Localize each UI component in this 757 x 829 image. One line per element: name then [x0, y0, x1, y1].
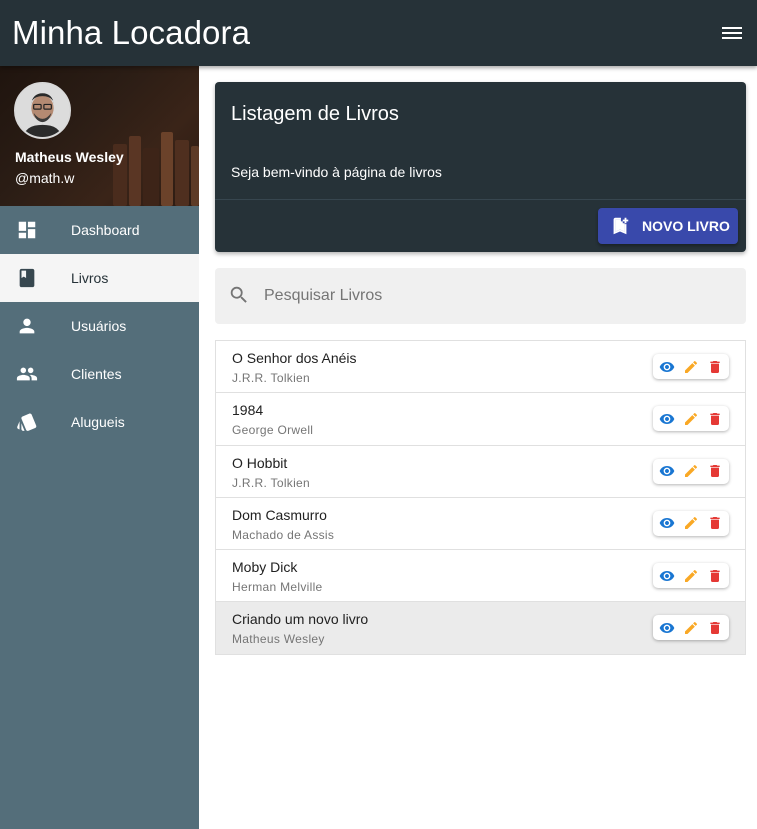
delete-icon[interactable] [706, 514, 724, 532]
new-book-button[interactable]: NOVO LIVRO [598, 208, 738, 244]
app-bar: Minha Locadora [0, 0, 757, 66]
view-icon[interactable] [658, 567, 676, 585]
book-author: J.R.R. Tolkien [232, 371, 311, 385]
search-icon [228, 284, 252, 308]
sidebar-item-usuarios[interactable]: Usuários [0, 302, 199, 350]
book-author: Machado de Assis [232, 527, 335, 542]
edit-icon[interactable] [682, 410, 700, 428]
bookmark-add-icon [609, 215, 631, 237]
row-actions [653, 615, 729, 641]
view-icon[interactable] [658, 358, 676, 376]
page-header-card: Listagem de Livros Seja bem-vindo à pági… [215, 82, 746, 252]
list-item[interactable]: Criando um novo livro Matheus Wesley [216, 602, 745, 655]
new-book-label: NOVO LIVRO [642, 218, 730, 234]
delete-icon[interactable] [706, 358, 724, 376]
book-author: Herman Melville [232, 580, 323, 595]
edit-icon[interactable] [682, 462, 700, 480]
book-icon [15, 266, 39, 290]
row-actions [653, 510, 729, 536]
list-item[interactable]: 1984 George Orwell [216, 393, 745, 446]
book-title: Dom Casmurro [232, 506, 327, 523]
view-icon[interactable] [658, 410, 676, 428]
edit-icon[interactable] [682, 358, 700, 376]
delete-icon[interactable] [706, 619, 724, 637]
cards-icon [15, 410, 39, 434]
edit-icon[interactable] [682, 619, 700, 637]
sidebar-nav: Dashboard Livros Usuários Clientes Alugu… [0, 206, 199, 446]
view-icon[interactable] [658, 619, 676, 637]
search-bar[interactable] [215, 268, 746, 324]
list-item[interactable]: O Hobbit J.R.R. Tolkien [216, 445, 745, 498]
edit-icon[interactable] [682, 567, 700, 585]
sidebar-item-clientes[interactable]: Clientes [0, 350, 199, 398]
book-title: Moby Dick [232, 559, 298, 576]
delete-icon[interactable] [706, 410, 724, 428]
page-title: Listagem de Livros [231, 103, 399, 125]
list-item[interactable]: O Senhor dos Anéis J.R.R. Tolkien [216, 341, 745, 394]
card-divider [215, 199, 746, 200]
book-title: 1984 [232, 402, 264, 419]
sidebar: Matheus Wesley @math.w Dashboard Livros … [0, 66, 199, 829]
sidebar-item-label: Livros [71, 270, 109, 286]
sidebar-item-label: Usuários [71, 318, 127, 334]
row-actions [653, 458, 729, 484]
avatar [14, 82, 71, 139]
list-item[interactable]: Dom Casmurro Machado de Assis [216, 497, 745, 551]
view-icon[interactable] [658, 514, 676, 532]
row-actions [653, 563, 729, 589]
sidebar-item-label: Clientes [71, 366, 122, 382]
book-author: George Orwell [232, 423, 314, 438]
book-author: J.R.R. Tolkien [232, 475, 311, 490]
book-title: Criando um novo livro [232, 611, 369, 628]
profile-header: Matheus Wesley @math.w [0, 66, 199, 206]
row-actions [653, 354, 729, 379]
hamburger-menu-icon[interactable] [722, 22, 744, 44]
profile-name: Matheus Wesley [15, 149, 124, 165]
sidebar-item-livros[interactable]: Livros [0, 254, 199, 302]
person-icon [15, 314, 39, 338]
sidebar-item-dashboard[interactable]: Dashboard [0, 206, 199, 254]
book-list: O Senhor dos Anéis J.R.R. Tolkien 1984 G… [215, 340, 746, 655]
page-subtitle: Seja bem-vindo à página de livros [231, 164, 442, 180]
view-icon[interactable] [658, 462, 676, 480]
main-content: Listagem de Livros Seja bem-vindo à pági… [215, 82, 746, 655]
group-icon [15, 362, 39, 386]
row-actions [653, 406, 729, 432]
edit-icon[interactable] [682, 514, 700, 532]
profile-handle: @math.w [15, 170, 75, 186]
book-title: O Senhor dos Anéis [232, 350, 357, 366]
delete-icon[interactable] [706, 567, 724, 585]
delete-icon[interactable] [706, 462, 724, 480]
book-author: Matheus Wesley [232, 632, 325, 647]
book-title: O Hobbit [232, 454, 288, 471]
search-input[interactable] [264, 287, 664, 305]
sidebar-item-alugueis[interactable]: Alugueis [0, 398, 199, 446]
app-title: Minha Locadora [12, 14, 251, 51]
dashboard-icon [15, 218, 39, 242]
sidebar-item-label: Dashboard [71, 222, 140, 238]
sidebar-item-label: Alugueis [71, 414, 125, 430]
list-item[interactable]: Moby Dick Herman Melville [216, 550, 745, 603]
